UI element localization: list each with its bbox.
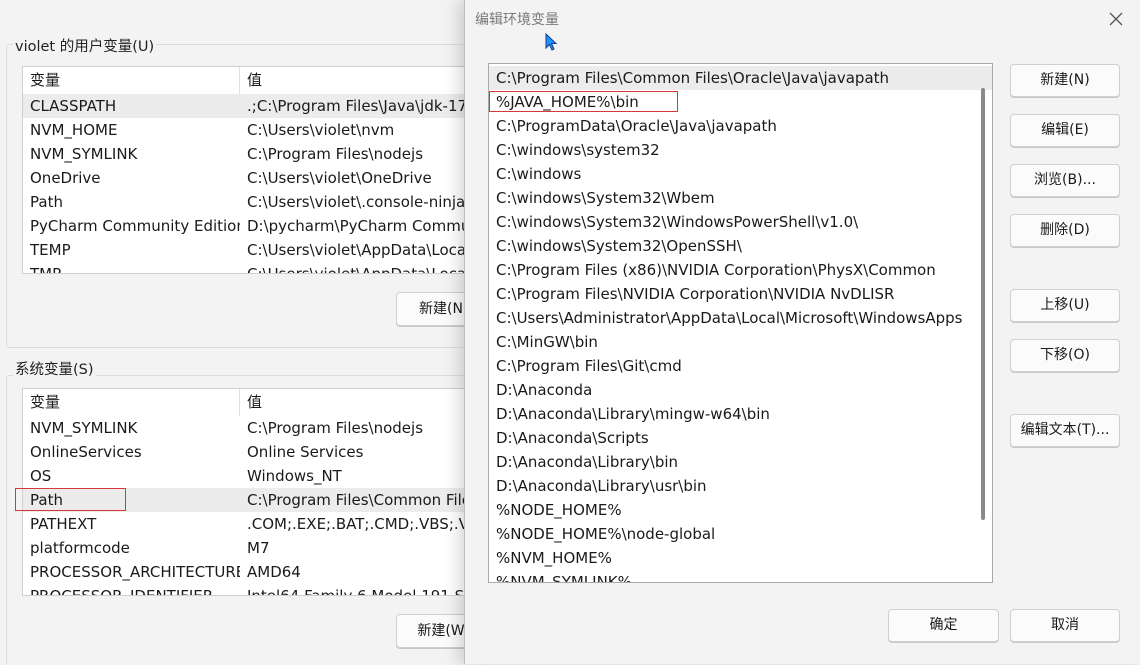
var-name: PATHEXT [30, 515, 97, 533]
edit-text-button[interactable]: 编辑文本(T)... [1010, 414, 1120, 447]
edit-env-var-dialog: 编辑环境变量 C:\Program Files\Common Files\Ora… [464, 0, 1140, 664]
var-value: .;C:\Program Files\Java\jdk-17\ [247, 97, 473, 115]
system-var-row[interactable]: platformcode M7 [23, 536, 493, 560]
column-separator[interactable] [239, 67, 240, 94]
column-header-value[interactable]: 值 [247, 67, 493, 94]
user-vars-header: 变量 值 [23, 67, 493, 94]
close-icon[interactable] [1105, 8, 1127, 30]
user-var-row[interactable]: TEMP C:\Users\violet\AppData\Local [23, 238, 493, 262]
new-path-button[interactable]: 新建(N) [1010, 64, 1120, 97]
var-value: C:\Users\violet\AppData\Local [247, 241, 471, 259]
system-vars-group-label: 系统变量(S) [13, 358, 96, 379]
var-value: C:\Program Files\Common File [247, 491, 472, 509]
var-value: Windows_NT [247, 467, 342, 485]
var-name: OnlineServices [30, 443, 142, 461]
user-var-row[interactable]: NVM_SYMLINK C:\Program Files\nodejs [23, 142, 493, 166]
column-separator[interactable] [239, 389, 240, 416]
user-var-row[interactable]: CLASSPATH .;C:\Program Files\Java\jdk-17\ [23, 94, 493, 118]
path-entry[interactable]: C:\windows\system32 [489, 138, 992, 162]
path-entry[interactable]: C:\ProgramData\Oracle\Java\javapath [489, 114, 992, 138]
var-name: PROCESSOR_ARCHITECTURE [30, 563, 240, 581]
cancel-button[interactable]: 取消 [1010, 609, 1120, 642]
var-value: C:\Users\violet\AppData\Local [247, 265, 471, 274]
path-entries-list[interactable]: C:\Program Files\Common Files\Oracle\Jav… [488, 63, 993, 583]
path-highlight-box [15, 488, 126, 511]
user-var-row[interactable]: PyCharm Community Edition D:\pycharm\PyCh… [23, 214, 493, 238]
var-name: NVM_HOME [30, 121, 118, 139]
var-value: C:\Program Files\nodejs [247, 145, 424, 163]
path-entry[interactable]: D:\Anaconda\Scripts [489, 426, 992, 450]
path-entry[interactable]: C:\windows\System32\Wbem [489, 186, 992, 210]
column-header-variable[interactable]: 变量 [30, 67, 240, 94]
system-var-row[interactable]: PROCESSOR_IDENTIFIER Intel64 Family 6 Mod… [23, 584, 493, 596]
user-var-row[interactable]: Path C:\Users\violet\.console-ninja\ [23, 190, 493, 214]
column-header-value[interactable]: 值 [247, 389, 493, 416]
var-value: C:\Users\violet\.console-ninja\ [247, 193, 471, 211]
path-entry[interactable]: C:\windows [489, 162, 992, 186]
system-var-row[interactable]: PATHEXT .COM;.EXE;.BAT;.CMD;.VBS;.VB [23, 512, 493, 536]
system-var-row[interactable]: OS Windows_NT [23, 464, 493, 488]
system-var-row[interactable]: PROCESSOR_ARCHITECTURE AMD64 [23, 560, 493, 584]
var-name: platformcode [30, 539, 130, 557]
var-name: NVM_SYMLINK [30, 145, 138, 163]
move-down-button[interactable]: 下移(O) [1010, 339, 1120, 372]
path-entry[interactable]: C:\Program Files\NVIDIA Corporation\NVID… [489, 282, 992, 306]
path-entry[interactable]: D:\Anaconda\Library\usr\bin [489, 474, 992, 498]
browse-button[interactable]: 浏览(B)... [1010, 164, 1120, 197]
var-name: OneDrive [30, 169, 101, 187]
var-value: C:\Program Files\nodejs [247, 419, 424, 437]
path-entry[interactable]: C:\Program Files\Git\cmd [489, 354, 992, 378]
path-entry[interactable]: C:\MinGW\bin [489, 330, 992, 354]
dialog-title: 编辑环境变量 [475, 12, 559, 28]
column-header-variable[interactable]: 变量 [30, 389, 240, 416]
var-value: AMD64 [247, 563, 301, 581]
path-entry[interactable]: C:\windows\System32\WindowsPowerShell\v1… [489, 210, 992, 234]
var-value: M7 [247, 539, 270, 557]
path-entry[interactable]: C:\windows\System32\OpenSSH\ [489, 234, 992, 258]
var-name: PyCharm Community Edition [30, 217, 240, 235]
var-value: Intel64 Family 6 Model 191 St [247, 587, 471, 596]
path-entry[interactable]: D:\Anaconda\Library\mingw-w64\bin [489, 402, 992, 426]
path-entry[interactable]: D:\Anaconda\Library\bin [489, 450, 992, 474]
vertical-scrollbar[interactable] [981, 88, 985, 520]
var-value: C:\Users\violet\OneDrive [247, 169, 432, 187]
var-value: .COM;.EXE;.BAT;.CMD;.VBS;.VB [247, 515, 480, 533]
var-value: C:\Users\violet\nvm [247, 121, 395, 139]
var-name: TEMP [30, 241, 71, 259]
path-entry[interactable]: C:\Users\Administrator\AppData\Local\Mic… [489, 306, 992, 330]
var-name: NVM_SYMLINK [30, 419, 138, 437]
path-entry[interactable]: %NVM_SYMLINK% [489, 570, 992, 582]
move-up-button[interactable]: 上移(U) [1010, 289, 1120, 322]
edit-path-button[interactable]: 编辑(E) [1010, 114, 1120, 147]
path-entry[interactable]: D:\Anaconda [489, 378, 992, 402]
system-var-row[interactable]: OnlineServices Online Services [23, 440, 493, 464]
user-vars-group-label: violet 的用户变量(U) [13, 35, 157, 56]
user-var-row[interactable]: NVM_HOME C:\Users\violet\nvm [23, 118, 493, 142]
path-entry[interactable]: %NODE_HOME% [489, 498, 992, 522]
var-name: OS [30, 467, 52, 485]
var-name: CLASSPATH [30, 97, 117, 115]
system-vars-header: 变量 值 [23, 389, 493, 416]
user-var-row[interactable]: OneDrive C:\Users\violet\OneDrive [23, 166, 493, 190]
mouse-cursor-icon [545, 32, 559, 57]
delete-button[interactable]: 删除(D) [1010, 214, 1120, 247]
var-name: Path [30, 193, 63, 211]
var-name: TMP [30, 265, 62, 274]
user-var-row[interactable]: TMP C:\Users\violet\AppData\Local [23, 262, 493, 274]
ok-button[interactable]: 确定 [888, 609, 999, 642]
path-entry[interactable]: C:\Program Files\Common Files\Oracle\Jav… [489, 66, 992, 90]
path-entry[interactable]: %NVM_HOME% [489, 546, 992, 570]
var-value: D:\pycharm\PyCharm Commun [247, 217, 480, 235]
path-entry[interactable]: C:\Program Files (x86)\NVIDIA Corporatio… [489, 258, 992, 282]
user-vars-list[interactable]: 变量 值 CLASSPATH .;C:\Program Files\Java\jd… [22, 66, 494, 274]
java-home-highlight-box [489, 91, 678, 112]
path-entry[interactable]: %NODE_HOME%\node-global [489, 522, 992, 546]
var-name: PROCESSOR_IDENTIFIER [30, 587, 214, 596]
system-var-row[interactable]: NVM_SYMLINK C:\Program Files\nodejs [23, 416, 493, 440]
var-value: Online Services [247, 443, 364, 461]
